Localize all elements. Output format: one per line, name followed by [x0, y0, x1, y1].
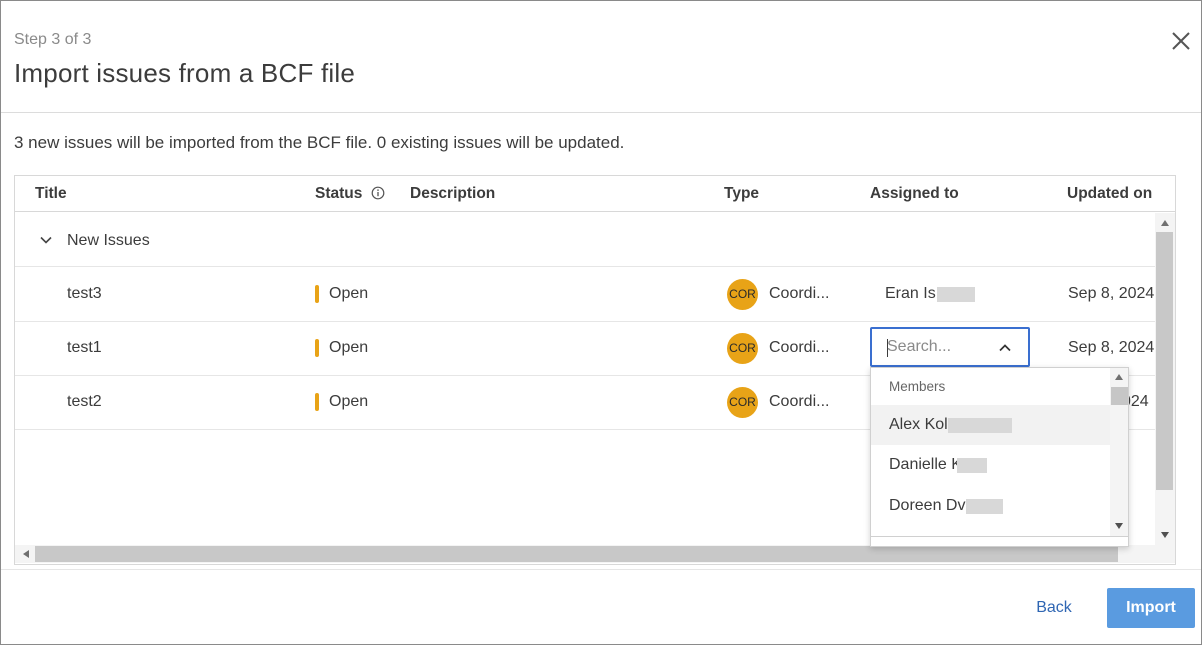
status-indicator — [315, 339, 319, 357]
table-header: Title Status Description Type Assigned t… — [15, 176, 1175, 212]
column-header-updated-on[interactable]: Updated on — [1067, 185, 1152, 203]
column-header-status[interactable]: Status — [315, 185, 362, 203]
chevron-down-icon[interactable] — [39, 233, 53, 247]
type-badge: COR — [727, 279, 758, 310]
step-indicator: Step 3 of 3 — [14, 31, 92, 48]
redacted-text — [966, 499, 1003, 514]
member-option[interactable]: Alex Kol — [871, 405, 1110, 445]
close-button[interactable] — [1167, 27, 1195, 55]
dropdown-scroll-down-icon[interactable] — [1115, 523, 1123, 529]
issue-type: Coordi... — [769, 393, 830, 410]
member-name: Doreen Dv — [889, 497, 966, 514]
assignee-search-input[interactable] — [887, 338, 997, 356]
dropdown-scroll-up-icon[interactable] — [1115, 374, 1123, 380]
info-icon[interactable] — [371, 186, 385, 200]
issue-title: test2 — [67, 393, 102, 410]
issue-status: Open — [329, 339, 369, 356]
issue-title: test1 — [67, 339, 102, 356]
back-button[interactable]: Back — [1019, 589, 1089, 627]
footer-divider — [1, 569, 1201, 570]
issue-updated-on: Sep 8, 2024 — [1068, 339, 1155, 356]
issue-status: Open — [329, 393, 369, 410]
scroll-left-arrow-icon[interactable] — [23, 550, 29, 558]
status-indicator — [315, 393, 319, 411]
type-badge: COR — [727, 333, 758, 364]
issue-type: Coordi... — [769, 285, 830, 302]
issue-title: test3 — [67, 285, 102, 302]
type-badge: COR — [727, 387, 758, 418]
column-header-type[interactable]: Type — [724, 185, 759, 203]
scroll-up-arrow-icon[interactable] — [1161, 220, 1169, 226]
redacted-text — [948, 418, 1012, 433]
issue-updated-on: Sep 8, 2024 — [1068, 285, 1155, 302]
table-row[interactable]: test3 Open COR Coordi... Eran Is Sep 8, … — [15, 268, 1155, 322]
redacted-text — [937, 287, 975, 302]
scroll-down-arrow-icon[interactable] — [1161, 532, 1169, 538]
assignee-dropdown: Members Alex Kol Danielle K Doreen Dv — [870, 367, 1129, 547]
horizontal-scrollbar-thumb[interactable] — [35, 546, 1118, 562]
column-header-title[interactable]: Title — [35, 185, 67, 203]
column-header-assigned-to[interactable]: Assigned to — [870, 185, 959, 203]
close-icon — [1172, 32, 1190, 50]
dropdown-section-label: Members — [889, 379, 946, 394]
dialog-header: Step 3 of 3 Import issues from a BCF fil… — [1, 1, 1201, 113]
dropdown-divider — [871, 536, 1128, 537]
group-label: New Issues — [67, 232, 150, 249]
redacted-text — [957, 458, 987, 473]
group-row-new-issues[interactable]: New Issues — [15, 213, 1155, 267]
assignee-search-combobox[interactable] — [870, 327, 1030, 367]
issue-assignee[interactable]: Eran Is — [885, 285, 936, 303]
issue-type: Coordi... — [769, 339, 830, 356]
import-bcf-dialog: Step 3 of 3 Import issues from a BCF fil… — [0, 0, 1202, 645]
status-indicator — [315, 285, 319, 303]
dialog-title: Import issues from a BCF file — [14, 58, 355, 88]
member-option[interactable]: Doreen Dv — [871, 486, 1110, 526]
chevron-up-icon[interactable] — [998, 341, 1012, 355]
import-summary: 3 new issues will be imported from the B… — [14, 133, 625, 152]
issue-status: Open — [329, 285, 369, 302]
vertical-scrollbar-thumb[interactable] — [1156, 232, 1173, 490]
member-name: Alex Kol — [889, 416, 948, 433]
issues-table: Title Status Description Type Assigned t… — [14, 175, 1176, 565]
member-option[interactable]: Danielle K — [871, 445, 1110, 485]
column-header-description[interactable]: Description — [410, 185, 495, 203]
import-button[interactable]: Import — [1107, 588, 1195, 628]
member-name: Danielle K — [889, 456, 962, 473]
dropdown-scrollbar-thumb[interactable] — [1111, 387, 1128, 405]
